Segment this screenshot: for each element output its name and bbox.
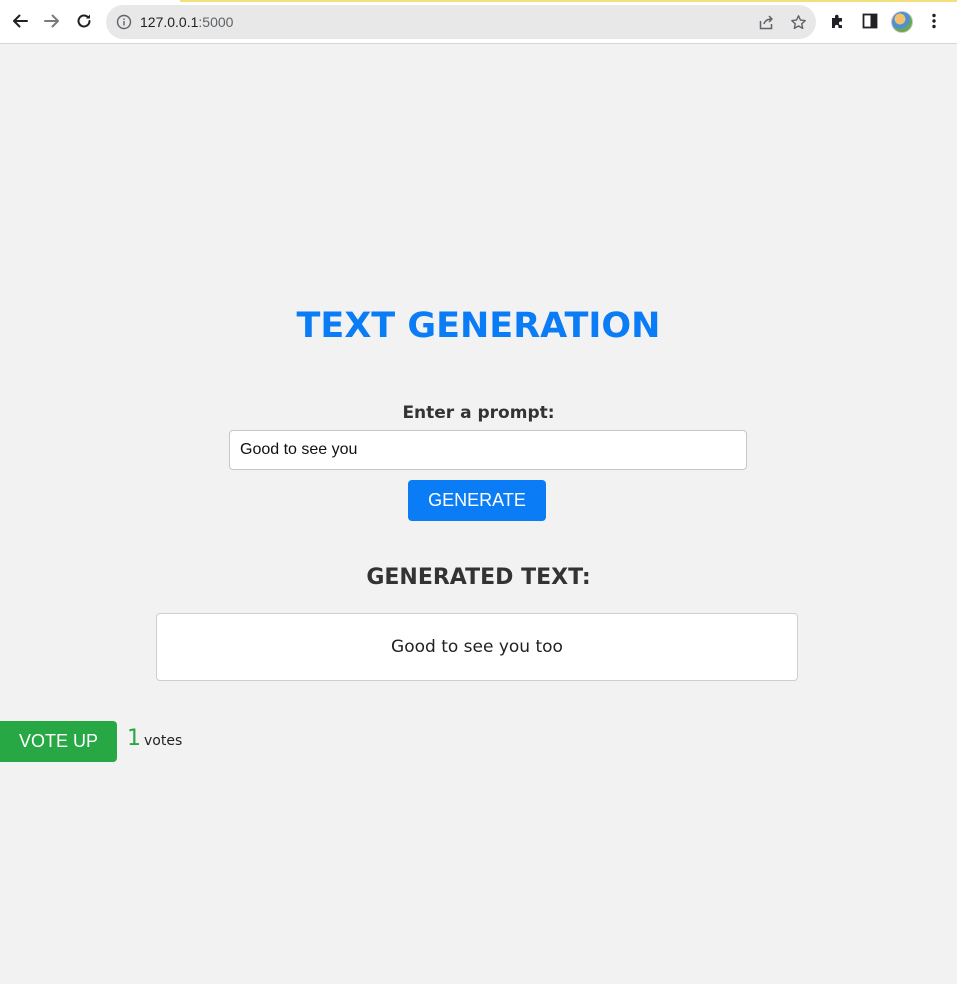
- share-button[interactable]: [757, 13, 775, 31]
- side-panel-button[interactable]: [860, 11, 880, 31]
- generated-text-box: Good to see you too: [156, 613, 798, 681]
- info-icon[interactable]: [116, 14, 132, 30]
- prompt-label: Enter a prompt:: [402, 403, 555, 423]
- menu-button[interactable]: [924, 11, 944, 31]
- vote-count: 1: [127, 726, 141, 751]
- star-icon: [790, 14, 806, 29]
- forward-icon: [44, 14, 59, 28]
- reload-icon: [77, 14, 91, 28]
- vote-up-button[interactable]: VOTE UP: [0, 721, 117, 762]
- reload-button[interactable]: [71, 8, 97, 34]
- side-panel-icon: [862, 13, 878, 29]
- page-title: TEXT GENERATION: [296, 306, 661, 346]
- url-port: :5000: [198, 14, 234, 30]
- generated-text-heading: GENERATED TEXT:: [366, 565, 591, 590]
- url-text[interactable]: 127.0.0.1:5000: [140, 14, 233, 30]
- avatar[interactable]: [891, 11, 913, 33]
- address-bar[interactable]: 127.0.0.1:5000: [106, 5, 816, 39]
- menu-icon: [932, 13, 936, 29]
- extensions-icon: [832, 14, 842, 28]
- url-host: 127.0.0.1: [140, 14, 199, 30]
- window-accent-strip: [180, 0, 957, 2]
- share-icon: [759, 14, 773, 29]
- back-button[interactable]: [7, 8, 33, 34]
- forward-button[interactable]: [39, 8, 65, 34]
- browser-toolbar: 127.0.0.1:5000: [0, 0, 957, 44]
- generated-text: Good to see you too: [391, 637, 563, 657]
- prompt-input[interactable]: [229, 430, 747, 470]
- bookmark-button[interactable]: [789, 13, 807, 31]
- back-icon: [13, 14, 28, 28]
- generate-button[interactable]: GENERATE: [408, 480, 546, 521]
- votes-label: votes: [144, 733, 183, 749]
- extensions-button[interactable]: [828, 11, 848, 31]
